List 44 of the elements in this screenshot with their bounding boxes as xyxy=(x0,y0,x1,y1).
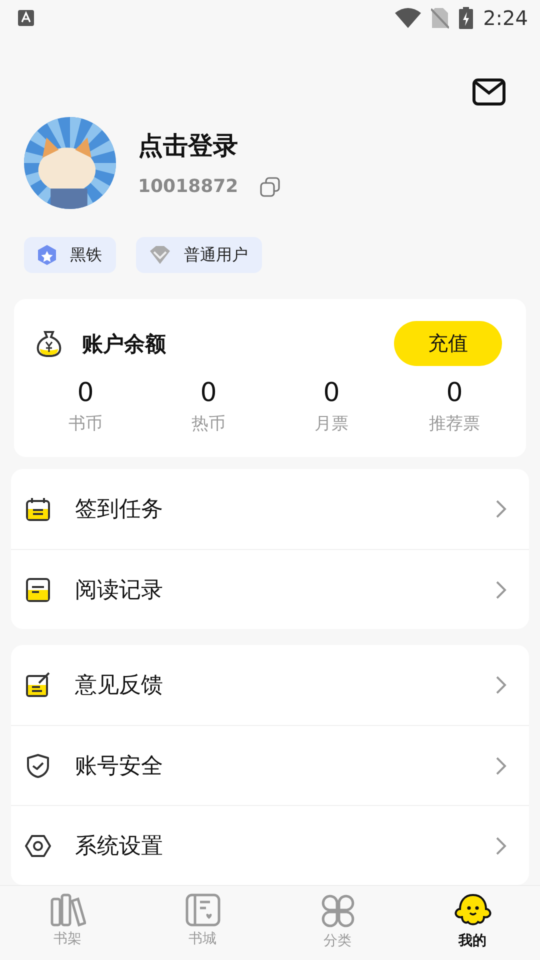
stat-label: 热币 xyxy=(192,413,226,435)
balance-title: 账户余额 xyxy=(82,330,167,358)
settings-icon xyxy=(25,832,51,858)
calendar-icon xyxy=(25,496,51,522)
shield-icon xyxy=(25,752,51,778)
medal-icon xyxy=(36,243,58,267)
chevron-icon xyxy=(495,836,507,856)
stat-value: 0 xyxy=(77,378,94,408)
menu-item[interactable]: 账号安全 xyxy=(11,725,529,805)
level-badge[interactable]: 普通用户 xyxy=(136,237,262,273)
book-icon xyxy=(184,893,220,927)
money-bag-icon xyxy=(36,330,62,358)
recharge-button[interactable]: 充值 xyxy=(394,321,502,366)
mail-icon[interactable] xyxy=(472,78,506,106)
user-id: 10018872 xyxy=(138,176,238,197)
diamond-icon xyxy=(148,245,172,265)
chevron-icon xyxy=(495,580,507,600)
copy-icon[interactable] xyxy=(260,176,280,196)
badge-label: 普通用户 xyxy=(184,244,248,266)
battery-icon xyxy=(459,7,474,29)
chevron-icon xyxy=(495,675,507,695)
category-icon xyxy=(320,893,356,929)
bookshelf-icon xyxy=(50,893,86,927)
keyboard-icon xyxy=(18,10,34,26)
menu-item[interactable]: 签到任务 xyxy=(11,469,529,549)
badge-label: 黑铁 xyxy=(70,244,102,266)
wifi-icon xyxy=(395,8,422,28)
menu-item[interactable]: 意见反馈 xyxy=(11,645,529,725)
status-time: 2:24 xyxy=(483,6,528,30)
stat-label: 书币 xyxy=(68,413,102,435)
no-sim-icon xyxy=(431,7,450,29)
edit-icon xyxy=(25,672,51,698)
chevron-icon xyxy=(495,499,507,519)
stat-value: 0 xyxy=(200,378,217,408)
menu-item[interactable]: 阅读记录 xyxy=(11,549,529,629)
chevron-icon xyxy=(495,756,507,776)
stat-value: 0 xyxy=(323,378,340,408)
note-icon xyxy=(25,576,51,602)
stat-label: 月票 xyxy=(314,413,348,435)
tab[interactable]: 我的 xyxy=(405,886,540,960)
stat-value: 0 xyxy=(446,378,463,408)
login-link[interactable]: 点击登录 xyxy=(138,129,280,162)
level-badge[interactable]: 黑铁 xyxy=(24,237,116,273)
stat-label: 推荐票 xyxy=(429,413,480,435)
